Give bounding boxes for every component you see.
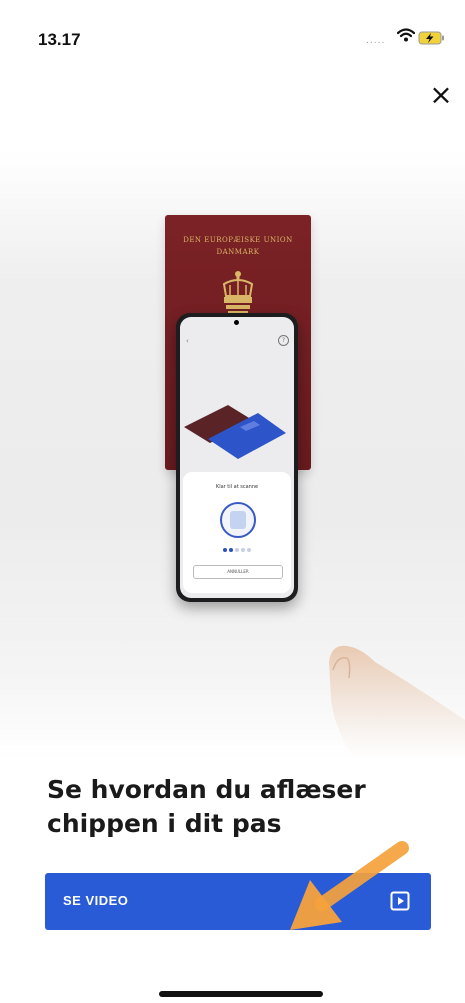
progress-dot [241,548,245,552]
scan-sheet: Klar til at scanne ANNULLER [183,472,291,593]
progress-dot [235,548,239,552]
phone-screen: ‹ ? Klar til at scanne ANNULLER [180,317,294,598]
home-indicator [159,991,323,997]
sheet-cancel-button: ANNULLER [193,565,283,579]
scan-chip-icon [230,511,246,529]
phone-illustration: ‹ ? Klar til at scanne ANNULLER [176,313,298,602]
camera-dot [234,320,239,325]
hero-illustration: DEN EUROPÆISKE UNION DANMARK ‹ ? Klar ti… [0,150,465,760]
mini-top-bar: ‹ ? [180,333,294,353]
progress-dot [247,548,251,552]
hand-illustration [329,645,465,760]
scan-ring [220,502,256,538]
close-icon: × [429,78,453,111]
status-bar: 13.17 ..... [0,0,465,70]
wifi-icon [396,27,416,46]
status-time: 13.17 [38,30,81,49]
sheet-title: Klar til at scanne [215,484,259,490]
battery-charging-icon [418,30,445,49]
page-title: Se hvordan du aflæser chippen i dit pas [47,775,366,838]
passport-union-text: DEN EUROPÆISKE UNION [183,236,293,244]
signal-icon: ..... [366,36,386,46]
crown-crest-icon [222,271,254,315]
progress-dot [223,548,227,552]
passport-country-text: DANMARK [216,248,260,256]
progress-dot [229,548,233,552]
watch-video-label: SE VIDEO [63,893,129,908]
passport-card-illustration [184,405,286,459]
close-button[interactable]: × [428,81,454,109]
progress-dots [183,548,291,552]
help-icon: ? [278,335,289,346]
back-chevron-icon: ‹ [186,337,189,345]
annotation-arrow-icon [290,841,409,930]
